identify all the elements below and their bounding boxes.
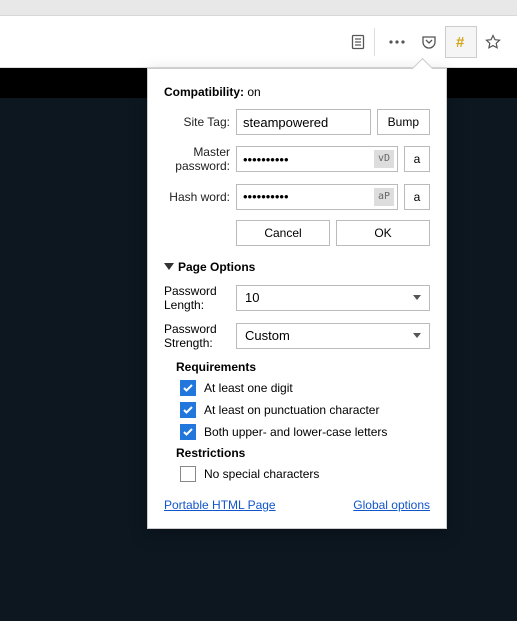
master-password-label: Master password: [164, 145, 230, 174]
req-digit-checkbox[interactable] [180, 380, 196, 396]
bump-button[interactable]: Bump [377, 109, 430, 135]
master-reveal-button[interactable]: a [404, 146, 430, 172]
global-options-link[interactable]: Global options [353, 498, 430, 512]
password-length-value: 10 [245, 290, 259, 305]
rest-nospecial-label: No special characters [204, 467, 319, 481]
site-tag-input[interactable] [236, 109, 371, 135]
password-strength-label: Password Strength: [164, 322, 230, 350]
compatibility-label: Compatibility: [164, 85, 244, 99]
password-strength-value: Custom [245, 328, 290, 343]
rest-nospecial-checkbox[interactable] [180, 466, 196, 482]
toolbar-divider [374, 28, 375, 56]
page-actions-icon[interactable] [381, 26, 413, 58]
hash-word-label: Hash word: [164, 190, 230, 204]
ok-button[interactable]: OK [336, 220, 430, 246]
site-tag-label: Site Tag: [164, 115, 230, 129]
chevron-down-icon [164, 263, 174, 270]
compatibility-row: Compatibility: on [164, 85, 430, 99]
req-digit-label: At least one digit [204, 381, 293, 395]
password-length-label: Password Length: [164, 284, 230, 312]
req-punct-label: At least on punctuation character [204, 403, 379, 417]
page-options-header[interactable]: Page Options [164, 260, 430, 274]
browser-toolbar: # [0, 16, 517, 68]
req-case-checkbox[interactable] [180, 424, 196, 440]
chevron-down-icon [413, 333, 421, 338]
hashpass-extension-icon[interactable]: # [445, 26, 477, 58]
page-options-label: Page Options [178, 260, 255, 274]
master-password-badge: vD [374, 150, 394, 168]
password-strength-select[interactable]: Custom [236, 323, 430, 349]
portable-html-link[interactable]: Portable HTML Page [164, 498, 276, 512]
chevron-down-icon [413, 295, 421, 300]
reader-mode-icon[interactable] [342, 26, 374, 58]
cancel-button[interactable]: Cancel [236, 220, 330, 246]
svg-text:#: # [456, 34, 465, 50]
window-titlebar [0, 0, 517, 16]
hash-reveal-button[interactable]: a [404, 184, 430, 210]
password-length-select[interactable]: 10 [236, 285, 430, 311]
requirements-header: Requirements [176, 360, 430, 374]
bookmark-star-icon[interactable] [477, 26, 509, 58]
req-punct-checkbox[interactable] [180, 402, 196, 418]
req-case-label: Both upper- and lower-case letters [204, 425, 387, 439]
extension-popup: Compatibility: on Site Tag: Bump Master … [147, 68, 447, 529]
pocket-icon[interactable] [413, 26, 445, 58]
compatibility-value: on [247, 85, 260, 99]
hash-word-badge: aP [374, 188, 394, 206]
restrictions-header: Restrictions [176, 446, 430, 460]
